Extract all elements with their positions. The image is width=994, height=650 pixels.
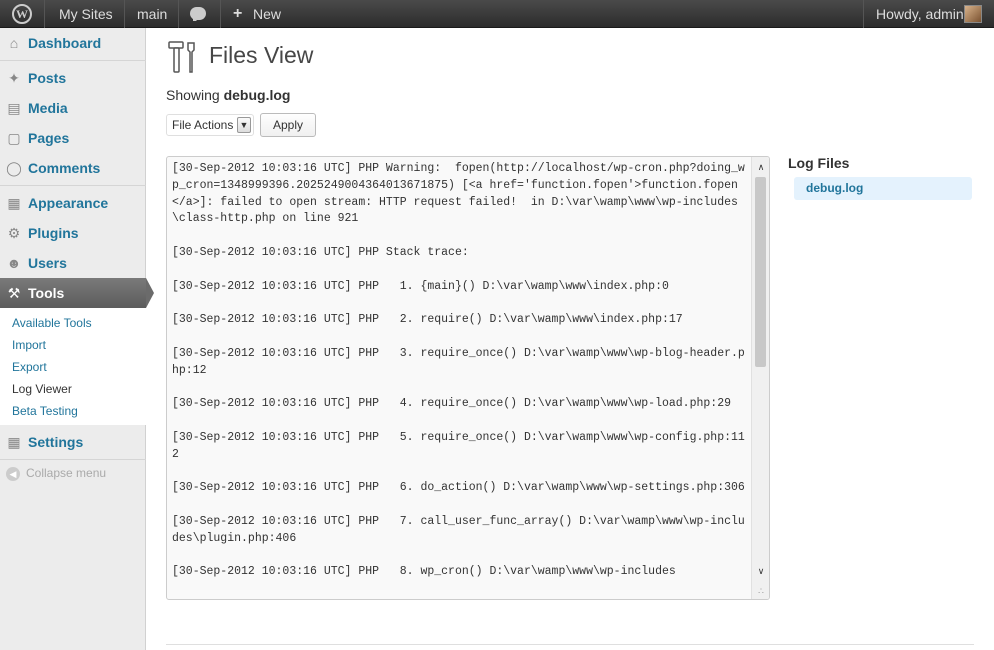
- log-scrollbar[interactable]: ∧ ∨: [751, 157, 769, 599]
- avatar[interactable]: [964, 5, 982, 23]
- settings-icon: ▦: [7, 434, 21, 450]
- sidebar-item-posts[interactable]: ✦ Posts: [0, 63, 146, 93]
- sidebar-item-pages[interactable]: ▢ Pages: [0, 123, 146, 153]
- site-name-link[interactable]: main: [137, 0, 167, 28]
- sidebar-item-appearance[interactable]: ▦ Appearance: [0, 188, 146, 218]
- admin-bar-divider: [220, 0, 221, 28]
- tools-submenu: Available Tools Import Export Log Viewer…: [0, 308, 146, 425]
- submenu-beta-testing[interactable]: Beta Testing: [12, 404, 78, 418]
- showing-label: Showing debug.log: [166, 87, 290, 103]
- log-files-heading: Log Files: [788, 155, 850, 171]
- dashboard-icon: ⌂: [9, 35, 19, 51]
- users-icon: ☻: [6, 255, 22, 271]
- submenu-import[interactable]: Import: [12, 338, 46, 352]
- sidebar-item-label: Dashboard: [28, 35, 102, 51]
- resize-grip-icon[interactable]: ∴: [755, 585, 767, 597]
- current-file-name: debug.log: [223, 87, 291, 103]
- footer-divider: [166, 644, 974, 645]
- plugin-icon: ⚙: [7, 225, 21, 241]
- chevron-down-icon: ▼: [237, 117, 251, 133]
- plus-icon[interactable]: +: [233, 0, 242, 28]
- submenu-log-viewer[interactable]: Log Viewer: [12, 382, 72, 396]
- file-actions-select[interactable]: File Actions ▼: [166, 114, 254, 136]
- collapse-menu-button[interactable]: ◀ Collapse menu: [6, 466, 106, 481]
- active-menu-arrow: [146, 278, 154, 308]
- sidebar-item-label: Posts: [28, 70, 67, 86]
- my-sites-link[interactable]: My Sites: [59, 0, 113, 28]
- new-content-link[interactable]: New: [253, 0, 281, 28]
- sidebar-item-tools[interactable]: ⚒ Tools: [0, 278, 154, 308]
- menu-divider: [0, 459, 146, 460]
- scrollbar-thumb[interactable]: [755, 177, 766, 367]
- sidebar-item-settings[interactable]: ▦ Settings: [0, 427, 146, 457]
- sidebar-item-label: Comments: [28, 160, 101, 176]
- admin-bar-divider: [124, 0, 125, 28]
- scroll-up-icon[interactable]: ∧: [753, 159, 769, 175]
- admin-bar-divider: [178, 0, 179, 28]
- wordpress-logo-icon[interactable]: [12, 4, 32, 24]
- collapse-menu-label: Collapse menu: [26, 466, 107, 480]
- log-content-text: [30-Sep-2012 10:03:16 UTC] PHP Warning: …: [172, 162, 745, 579]
- admin-bar: My Sites main + New Howdy, admin: [0, 0, 994, 28]
- comment-icon: ◯: [6, 160, 22, 176]
- tools-icon: ⚒: [7, 285, 21, 301]
- comments-icon[interactable]: [190, 7, 206, 21]
- admin-bar-divider: [44, 0, 45, 28]
- apply-button[interactable]: Apply: [260, 113, 316, 137]
- sidebar-item-comments[interactable]: ◯ Comments: [0, 153, 146, 183]
- sidebar-item-label: Pages: [28, 130, 70, 146]
- sidebar-item-label: Users: [28, 255, 67, 271]
- menu-divider: [0, 60, 146, 61]
- log-content-textarea[interactable]: [30-Sep-2012 10:03:16 UTC] PHP Warning: …: [166, 156, 770, 600]
- file-actions-label: File Actions: [172, 118, 234, 132]
- sidebar-item-dashboard[interactable]: ⌂ Dashboard: [0, 28, 146, 58]
- pages-icon: ▢: [7, 130, 21, 146]
- showing-prefix: Showing: [166, 87, 224, 103]
- admin-sidebar: ⌂ Dashboard ✦ Posts ▤ Media ▢ Pages ◯ Co…: [0, 28, 154, 650]
- sidebar-item-plugins[interactable]: ⚙ Plugins: [0, 218, 146, 248]
- scroll-down-icon[interactable]: ∨: [753, 563, 769, 579]
- arrow-left-icon: ◀: [6, 466, 20, 481]
- sidebar-item-label: Tools: [28, 285, 65, 301]
- page-title: Files View: [209, 42, 314, 68]
- appearance-icon: ▦: [7, 195, 21, 211]
- admin-bar-divider: [863, 0, 864, 28]
- tools-icon: [168, 41, 195, 73]
- sidebar-item-label: Plugins: [28, 225, 79, 241]
- menu-divider: [0, 185, 146, 186]
- howdy-user-link[interactable]: Howdy, admin: [876, 0, 964, 28]
- sidebar-item-users[interactable]: ☻ Users: [0, 248, 146, 278]
- sidebar-item-label: Settings: [28, 434, 84, 450]
- sidebar-item-media[interactable]: ▤ Media: [0, 93, 146, 123]
- submenu-export[interactable]: Export: [12, 360, 47, 374]
- pin-icon: ✦: [8, 70, 20, 86]
- sidebar-item-label: Media: [28, 100, 68, 116]
- sidebar-item-label: Appearance: [28, 195, 109, 211]
- submenu-available-tools[interactable]: Available Tools: [12, 316, 92, 330]
- media-icon: ▤: [7, 100, 21, 116]
- log-file-item[interactable]: debug.log: [794, 177, 972, 200]
